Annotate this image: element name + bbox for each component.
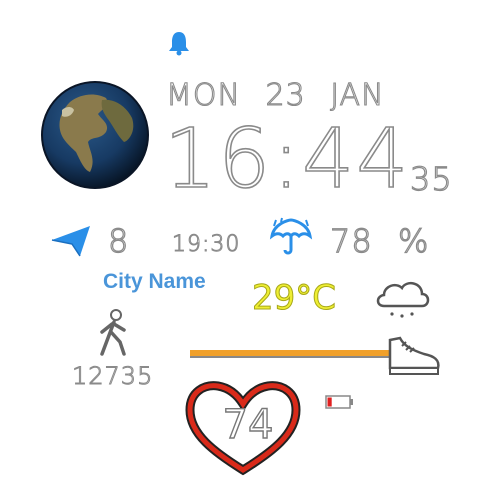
humidity-unit: % <box>397 221 430 260</box>
navigation-arrow-icon[interactable] <box>50 224 92 258</box>
time-hours-minutes: 16:44 <box>163 111 411 208</box>
weekday-label: MON <box>165 77 241 113</box>
day-label: 23 <box>265 77 306 113</box>
city-name[interactable]: City Name <box>103 270 206 294</box>
walking-person-icon[interactable] <box>92 308 136 358</box>
steps-progress-fill <box>190 350 390 358</box>
time-seconds: 35 <box>409 159 453 198</box>
globe-icon <box>41 81 149 189</box>
umbrella-icon[interactable] <box>268 216 314 258</box>
shoe-icon[interactable] <box>384 332 442 378</box>
sunset-time: 19:30 <box>171 232 241 258</box>
temperature-value: 29°C <box>251 278 337 319</box>
humidity-value: 78 <box>329 221 373 260</box>
battery-icon <box>325 395 353 409</box>
navigation-value: 8 <box>107 221 130 260</box>
steps-count: 12735 <box>71 362 154 391</box>
date-display: MON 23 JAN <box>165 77 385 113</box>
month-label: JAN <box>330 77 385 113</box>
heart-rate-value: 74 <box>222 401 274 448</box>
bell-icon[interactable] <box>168 30 190 56</box>
cloud-rain-icon[interactable] <box>372 276 432 322</box>
